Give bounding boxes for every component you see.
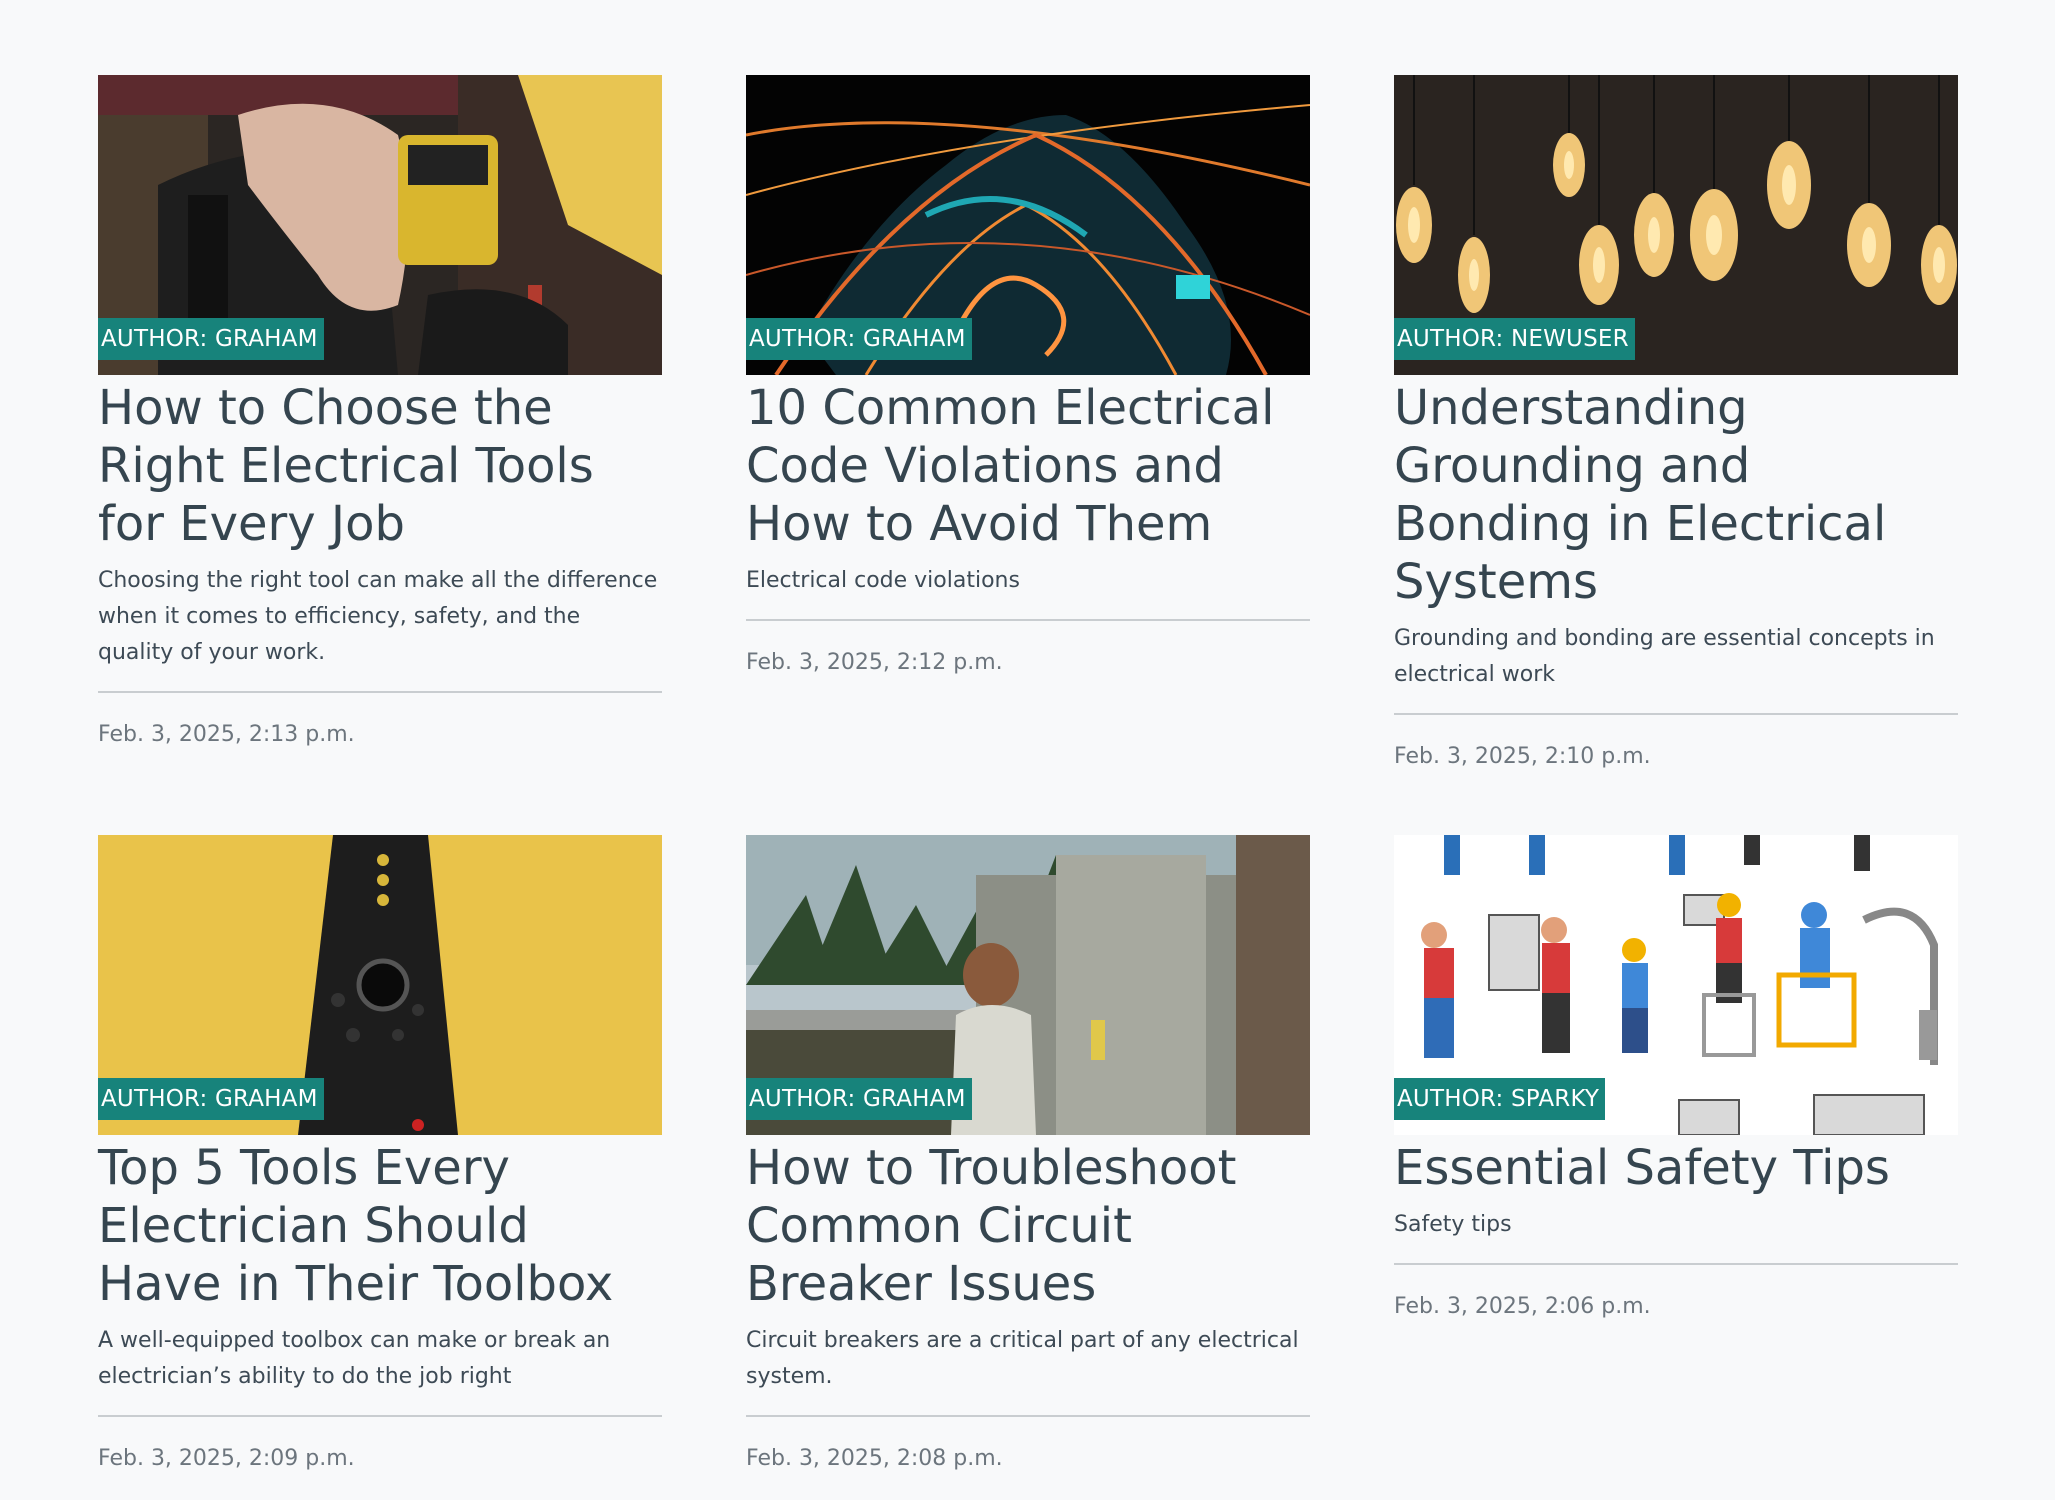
post-title[interactable]: How to Troubleshoot Common Circuit Break… <box>746 1139 1310 1313</box>
post-date: Feb. 3, 2025, 2:13 p.m. <box>98 722 355 747</box>
post-card[interactable]: AUTHOR: GRAHAM 10 Common Electrical Code… <box>746 75 1310 772</box>
divider <box>98 1415 662 1417</box>
post-date: Feb. 3, 2025, 2:09 p.m. <box>98 1446 355 1471</box>
post-excerpt: Grounding and bonding are essential conc… <box>1394 626 1935 687</box>
divider <box>746 1415 1310 1417</box>
post-title[interactable]: How to Choose the Right Electrical Tools… <box>98 379 662 553</box>
post-excerpt: Circuit breakers are a critical part of … <box>746 1328 1299 1389</box>
post-date: Feb. 3, 2025, 2:08 p.m. <box>746 1446 1003 1471</box>
post-card[interactable]: AUTHOR: GRAHAM How to Choose the Right E… <box>98 75 662 772</box>
post-date: Feb. 3, 2025, 2:06 p.m. <box>1394 1294 1651 1319</box>
post-card[interactable]: AUTHOR: GRAHAM Top 5 Tools Every Electri… <box>98 835 662 1474</box>
post-excerpt: Safety tips <box>1394 1212 1512 1237</box>
divider <box>98 691 662 693</box>
post-image[interactable]: AUTHOR: GRAHAM <box>98 835 662 1135</box>
post-excerpt: Choosing the right tool can make all the… <box>98 568 658 665</box>
author-badge[interactable]: AUTHOR: GRAHAM <box>746 1078 972 1120</box>
post-image[interactable]: AUTHOR: GRAHAM <box>98 75 662 375</box>
post-title[interactable]: Understanding Grounding and Bonding in E… <box>1394 379 1958 611</box>
post-image[interactable]: AUTHOR: NEWUSER <box>1394 75 1958 375</box>
post-grid: AUTHOR: GRAHAM How to Choose the Right E… <box>98 75 1958 1474</box>
author-badge[interactable]: AUTHOR: GRAHAM <box>746 318 972 360</box>
author-badge[interactable]: AUTHOR: GRAHAM <box>98 318 324 360</box>
post-image[interactable]: AUTHOR: GRAHAM <box>746 75 1310 375</box>
post-excerpt: Electrical code violations <box>746 568 1020 593</box>
author-badge[interactable]: AUTHOR: NEWUSER <box>1394 318 1635 360</box>
author-badge[interactable]: AUTHOR: GRAHAM <box>98 1078 324 1120</box>
post-title[interactable]: Top 5 Tools Every Electrician Should Hav… <box>98 1139 662 1313</box>
divider <box>1394 1263 1958 1265</box>
post-date: Feb. 3, 2025, 2:10 p.m. <box>1394 744 1651 769</box>
post-excerpt: A well-equipped toolbox can make or brea… <box>98 1328 611 1389</box>
post-date: Feb. 3, 2025, 2:12 p.m. <box>746 650 1003 675</box>
post-title[interactable]: 10 Common Electrical Code Violations and… <box>746 379 1310 553</box>
divider <box>746 619 1310 621</box>
post-image[interactable]: AUTHOR: SPARKY <box>1394 835 1958 1135</box>
post-title[interactable]: Essential Safety Tips <box>1394 1139 1958 1197</box>
post-image[interactable]: AUTHOR: GRAHAM <box>746 835 1310 1135</box>
post-card[interactable]: AUTHOR: GRAHAM How to Troubleshoot Commo… <box>746 835 1310 1474</box>
post-card[interactable]: AUTHOR: SPARKY Essential Safety Tips Saf… <box>1394 835 1958 1474</box>
author-badge[interactable]: AUTHOR: SPARKY <box>1394 1078 1606 1120</box>
divider <box>1394 713 1958 715</box>
post-card[interactable]: AUTHOR: NEWUSER Understanding Grounding … <box>1394 75 1958 772</box>
